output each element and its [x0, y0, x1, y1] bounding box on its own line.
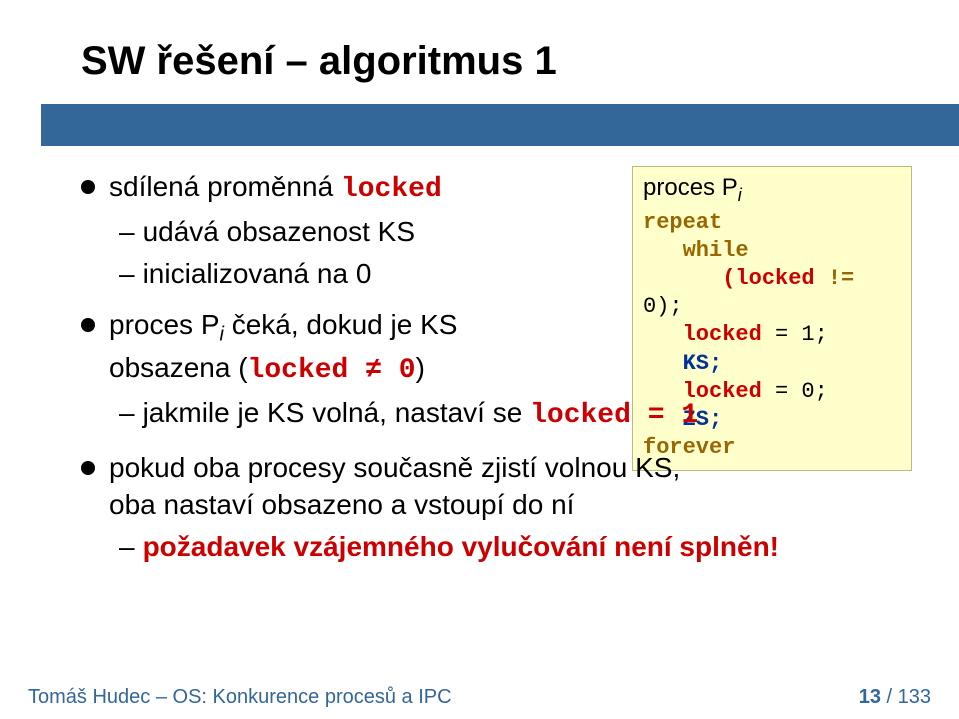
footer: Tomáš Hudec – OS: Konkurence procesů a I…: [0, 683, 959, 711]
bullet-icon: [81, 318, 95, 332]
footer-page: 13 / 133: [859, 686, 931, 709]
slide: SW řešení – algoritmus 1 proces Pi repea…: [0, 0, 959, 719]
dash-icon: –: [119, 394, 135, 432]
bullet-1b: – inicializovaná na 0: [81, 255, 901, 293]
bullet-2a: – jakmile je KS volná, nastaví se locked…: [81, 394, 901, 435]
bullet-3: pokud oba procesy současně zjistí volnou…: [81, 449, 901, 525]
dash-icon: –: [119, 213, 135, 251]
accent-bar: [41, 104, 959, 146]
footer-author: Tomáš Hudec – OS: Konkurence procesů a I…: [28, 686, 452, 709]
page-title: SW řešení – algoritmus 1: [81, 7, 557, 94]
header: SW řešení – algoritmus 1: [81, 0, 959, 100]
dash-icon: –: [119, 528, 135, 566]
bullet-1a: – udává obsazenost KS: [81, 213, 901, 251]
bullet-3a: – požadavek vzájemného vylučování není s…: [81, 528, 901, 566]
bullet-icon: [81, 180, 95, 194]
bullet-icon: [81, 461, 95, 475]
dash-icon: –: [119, 255, 135, 293]
bullet-2: proces Pi čeká, dokud je KS obsazena (lo…: [81, 306, 901, 389]
bullet-1: sdílená proměnná locked: [81, 168, 901, 209]
content: sdílená proměnná locked – udává obsazeno…: [81, 164, 901, 570]
